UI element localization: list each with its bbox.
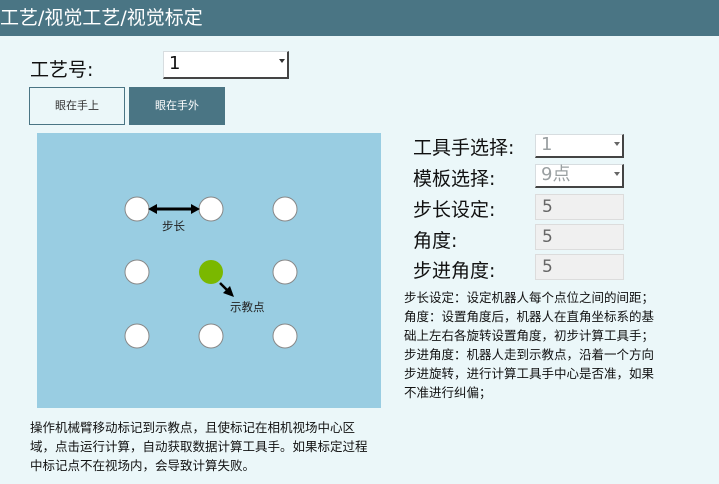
step-setting-field[interactable]: 5 — [535, 194, 624, 220]
template-select-label: 模板选择: — [413, 168, 496, 190]
process-label: 工艺号: — [30, 59, 94, 81]
window-title: 工艺/视觉工艺/视觉标定 — [0, 0, 719, 36]
template-select[interactable]: 9点 — [535, 164, 624, 188]
process-select[interactable]: 1 — [163, 51, 289, 79]
angle-field[interactable]: 5 — [535, 224, 624, 250]
angle-label: 角度: — [413, 230, 458, 252]
instruction-text: 操作机械臂移动标记到示教点，且使标记在相机视场中心区 域，点击运行计算，自动获取… — [30, 420, 368, 473]
teach-point — [199, 260, 223, 284]
grid-point — [272, 323, 298, 349]
step-angle-label: 步进角度: — [413, 260, 496, 282]
step-angle-field[interactable]: 5 — [535, 254, 624, 280]
template-select-value: 9点 — [541, 164, 571, 185]
grid-point — [272, 259, 298, 285]
tool-select[interactable]: 1 — [535, 134, 624, 158]
teach-point-label: 示教点 — [230, 300, 265, 314]
grid-point — [198, 323, 224, 349]
calibration-diagram: 步长 示教点 — [37, 133, 381, 408]
step-setting-label: 步长设定: — [413, 199, 496, 221]
step-arrow — [148, 204, 200, 214]
settings-help-text: 步长设定：设定机器人每个点位之间的间距； 角度：设置角度后，机器人在直角坐标系的… — [404, 290, 655, 400]
hand-out-eye-button[interactable]: 眼在手外 — [129, 87, 225, 125]
tool-select-label: 工具手选择: — [413, 137, 515, 159]
tool-select-value: 1 — [541, 134, 553, 155]
grid-point — [124, 323, 150, 349]
process-select-value: 1 — [169, 53, 181, 74]
grid-point — [198, 196, 224, 222]
chevron-down-icon — [614, 142, 620, 146]
chevron-down-icon — [614, 172, 620, 176]
step-length-label: 步长 — [162, 219, 185, 233]
chevron-down-icon — [279, 59, 285, 63]
teach-arrow — [219, 282, 234, 297]
hand-in-eye-button[interactable]: 眼在手上 — [29, 87, 125, 125]
grid-point — [272, 196, 298, 222]
grid-point — [124, 196, 150, 222]
grid-point — [124, 259, 150, 285]
